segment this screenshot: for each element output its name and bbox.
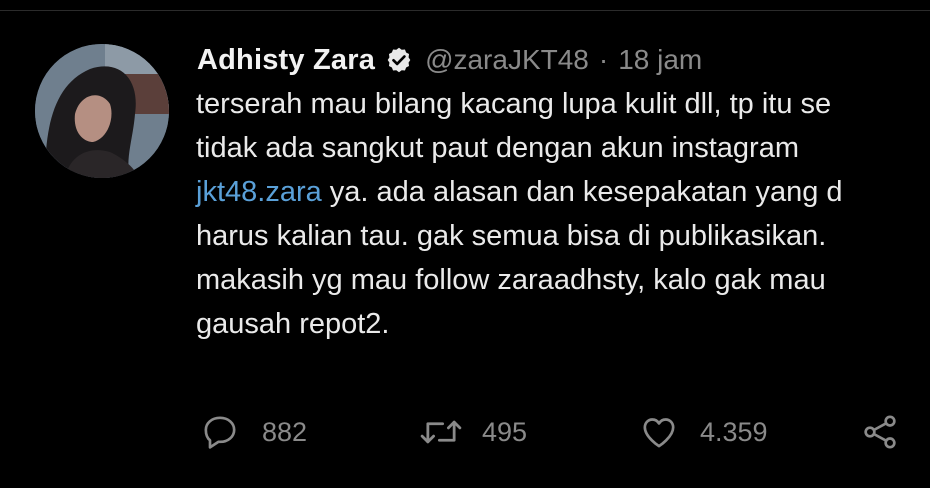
tweet-line-6: gausah repot2. — [196, 308, 390, 340]
header-separator: · — [598, 44, 609, 75]
tweet-line-3-text: ya. ada alasan dan kesepakatan yang d — [321, 176, 843, 208]
tweet-actions: 882 495 4.359 — [0, 408, 930, 458]
avatar-image — [35, 44, 169, 178]
like-count: 4.359 — [700, 416, 768, 447]
tweet-line-3: jkt48.zara ya. ada alasan dan kesepakata… — [196, 170, 930, 214]
verified-badge-icon — [385, 46, 413, 74]
tweet-text: terserah mau bilang kacang lupa kulit dl… — [196, 82, 930, 346]
tweet-time[interactable]: 18 jam — [618, 44, 702, 76]
reply-button[interactable]: 882 — [200, 408, 307, 456]
share-icon — [858, 412, 902, 452]
reply-icon — [200, 412, 240, 452]
retweet-icon — [418, 412, 464, 452]
retweet-count: 495 — [482, 416, 528, 447]
share-button[interactable] — [858, 408, 902, 456]
tweet-line-1: terserah mau bilang kacang lupa kulit dl… — [196, 88, 832, 120]
author-handle[interactable]: @zaraJKT48 — [425, 44, 589, 76]
top-divider — [0, 10, 930, 11]
reply-count: 882 — [262, 416, 308, 447]
avatar[interactable] — [35, 44, 169, 178]
heart-icon — [638, 412, 680, 452]
tweet-header: Adhisty Zara @zaraJKT48 · 18 jam — [197, 40, 702, 80]
tweet-line-5: makasih yg mau follow zaraadhsty, kalo g… — [196, 264, 826, 296]
tweet-line-2: tidak ada sangkut paut dengan akun insta… — [196, 132, 799, 164]
tweet-line-4: harus kalian tau. gak semua bisa di publ… — [196, 220, 827, 252]
mention-link[interactable]: jkt48.zara — [196, 176, 322, 208]
retweet-button[interactable]: 495 — [418, 408, 527, 456]
author-name[interactable]: Adhisty Zara — [197, 44, 375, 77]
like-button[interactable]: 4.359 — [638, 408, 768, 456]
